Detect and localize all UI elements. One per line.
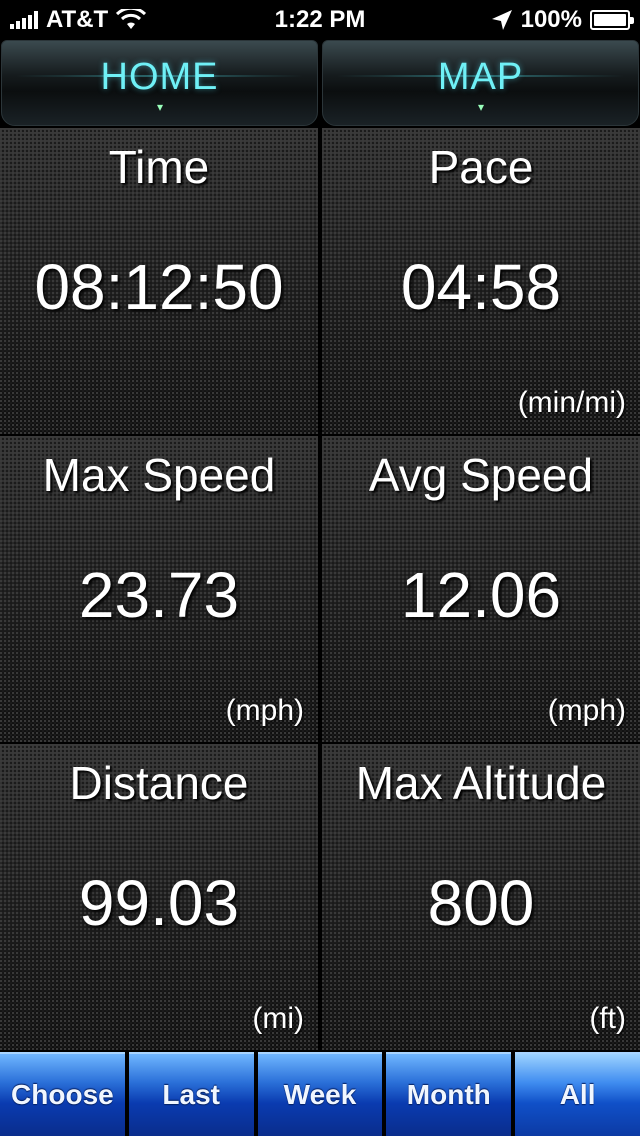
filter-label: Last <box>162 1079 220 1110</box>
stat-value: 08:12:50 <box>34 251 284 323</box>
grip-icon: ▾ <box>477 99 484 114</box>
stat-max-speed: Max Speed 23.73 (mph) <box>0 436 318 744</box>
stat-unit: (mph) <box>547 694 626 727</box>
tab-home[interactable]: HOME ▾ <box>1 40 318 126</box>
top-nav: HOME ▾ MAP ▾ <box>0 40 640 128</box>
status-right: 100% <box>491 6 634 34</box>
tab-map[interactable]: MAP ▾ <box>322 40 639 126</box>
carrier-label: AT&T <box>46 6 109 33</box>
stat-unit: (mi) <box>252 1002 304 1035</box>
stat-time: Time 08:12:50 <box>0 128 318 436</box>
stat-label: Distance <box>69 757 249 809</box>
signal-icon <box>10 11 38 29</box>
stat-value: 04:58 <box>400 251 562 323</box>
battery-percent: 100% <box>520 6 582 33</box>
stat-unit: (min/mi) <box>517 386 626 419</box>
stat-unit: (ft) <box>589 1002 626 1035</box>
filter-all-button[interactable]: All <box>515 1052 640 1136</box>
filter-label: Week <box>283 1079 357 1110</box>
tab-home-label: HOME <box>100 55 219 98</box>
stat-pace: Pace 04:58 (min/mi) <box>322 128 640 436</box>
stat-value: 99.03 <box>78 867 240 939</box>
stat-avg-speed: Avg Speed 12.06 (mph) <box>322 436 640 744</box>
grip-icon: ▾ <box>156 99 163 114</box>
filter-choose-button[interactable]: Choose <box>0 1052 125 1136</box>
tab-map-label: MAP <box>437 55 524 98</box>
stat-value: 23.73 <box>78 559 240 631</box>
status-bar: AT&T 1:22 PM 100% <box>0 0 640 40</box>
filter-label: Choose <box>11 1079 114 1110</box>
stats-grid: Time 08:12:50 Pace 04:58 (min/mi) Max Sp… <box>0 128 640 1052</box>
stat-max-altitude: Max Altitude 800 (ft) <box>322 744 640 1052</box>
stat-label: Time <box>108 141 210 193</box>
wifi-icon <box>116 9 147 29</box>
filter-label: Month <box>406 1079 491 1110</box>
filter-week-button[interactable]: Week <box>257 1052 383 1136</box>
battery-icon <box>590 10 634 30</box>
location-arrow-icon <box>491 10 512 30</box>
stat-value: 12.06 <box>400 559 562 631</box>
filter-label: All <box>559 1079 596 1110</box>
filter-bar: Choose Last Week Month All <box>0 1052 640 1136</box>
stat-label: Avg Speed <box>368 449 594 501</box>
stat-unit: (mph) <box>225 694 304 727</box>
stat-label: Pace <box>428 141 534 193</box>
stat-label: Max Speed <box>42 449 276 501</box>
status-left: AT&T <box>10 6 147 34</box>
filter-month-button[interactable]: Month <box>386 1052 512 1136</box>
stat-value: 800 <box>427 867 535 939</box>
filter-last-button[interactable]: Last <box>128 1052 254 1136</box>
stat-distance: Distance 99.03 (mi) <box>0 744 318 1052</box>
stat-label: Max Altitude <box>355 757 607 809</box>
